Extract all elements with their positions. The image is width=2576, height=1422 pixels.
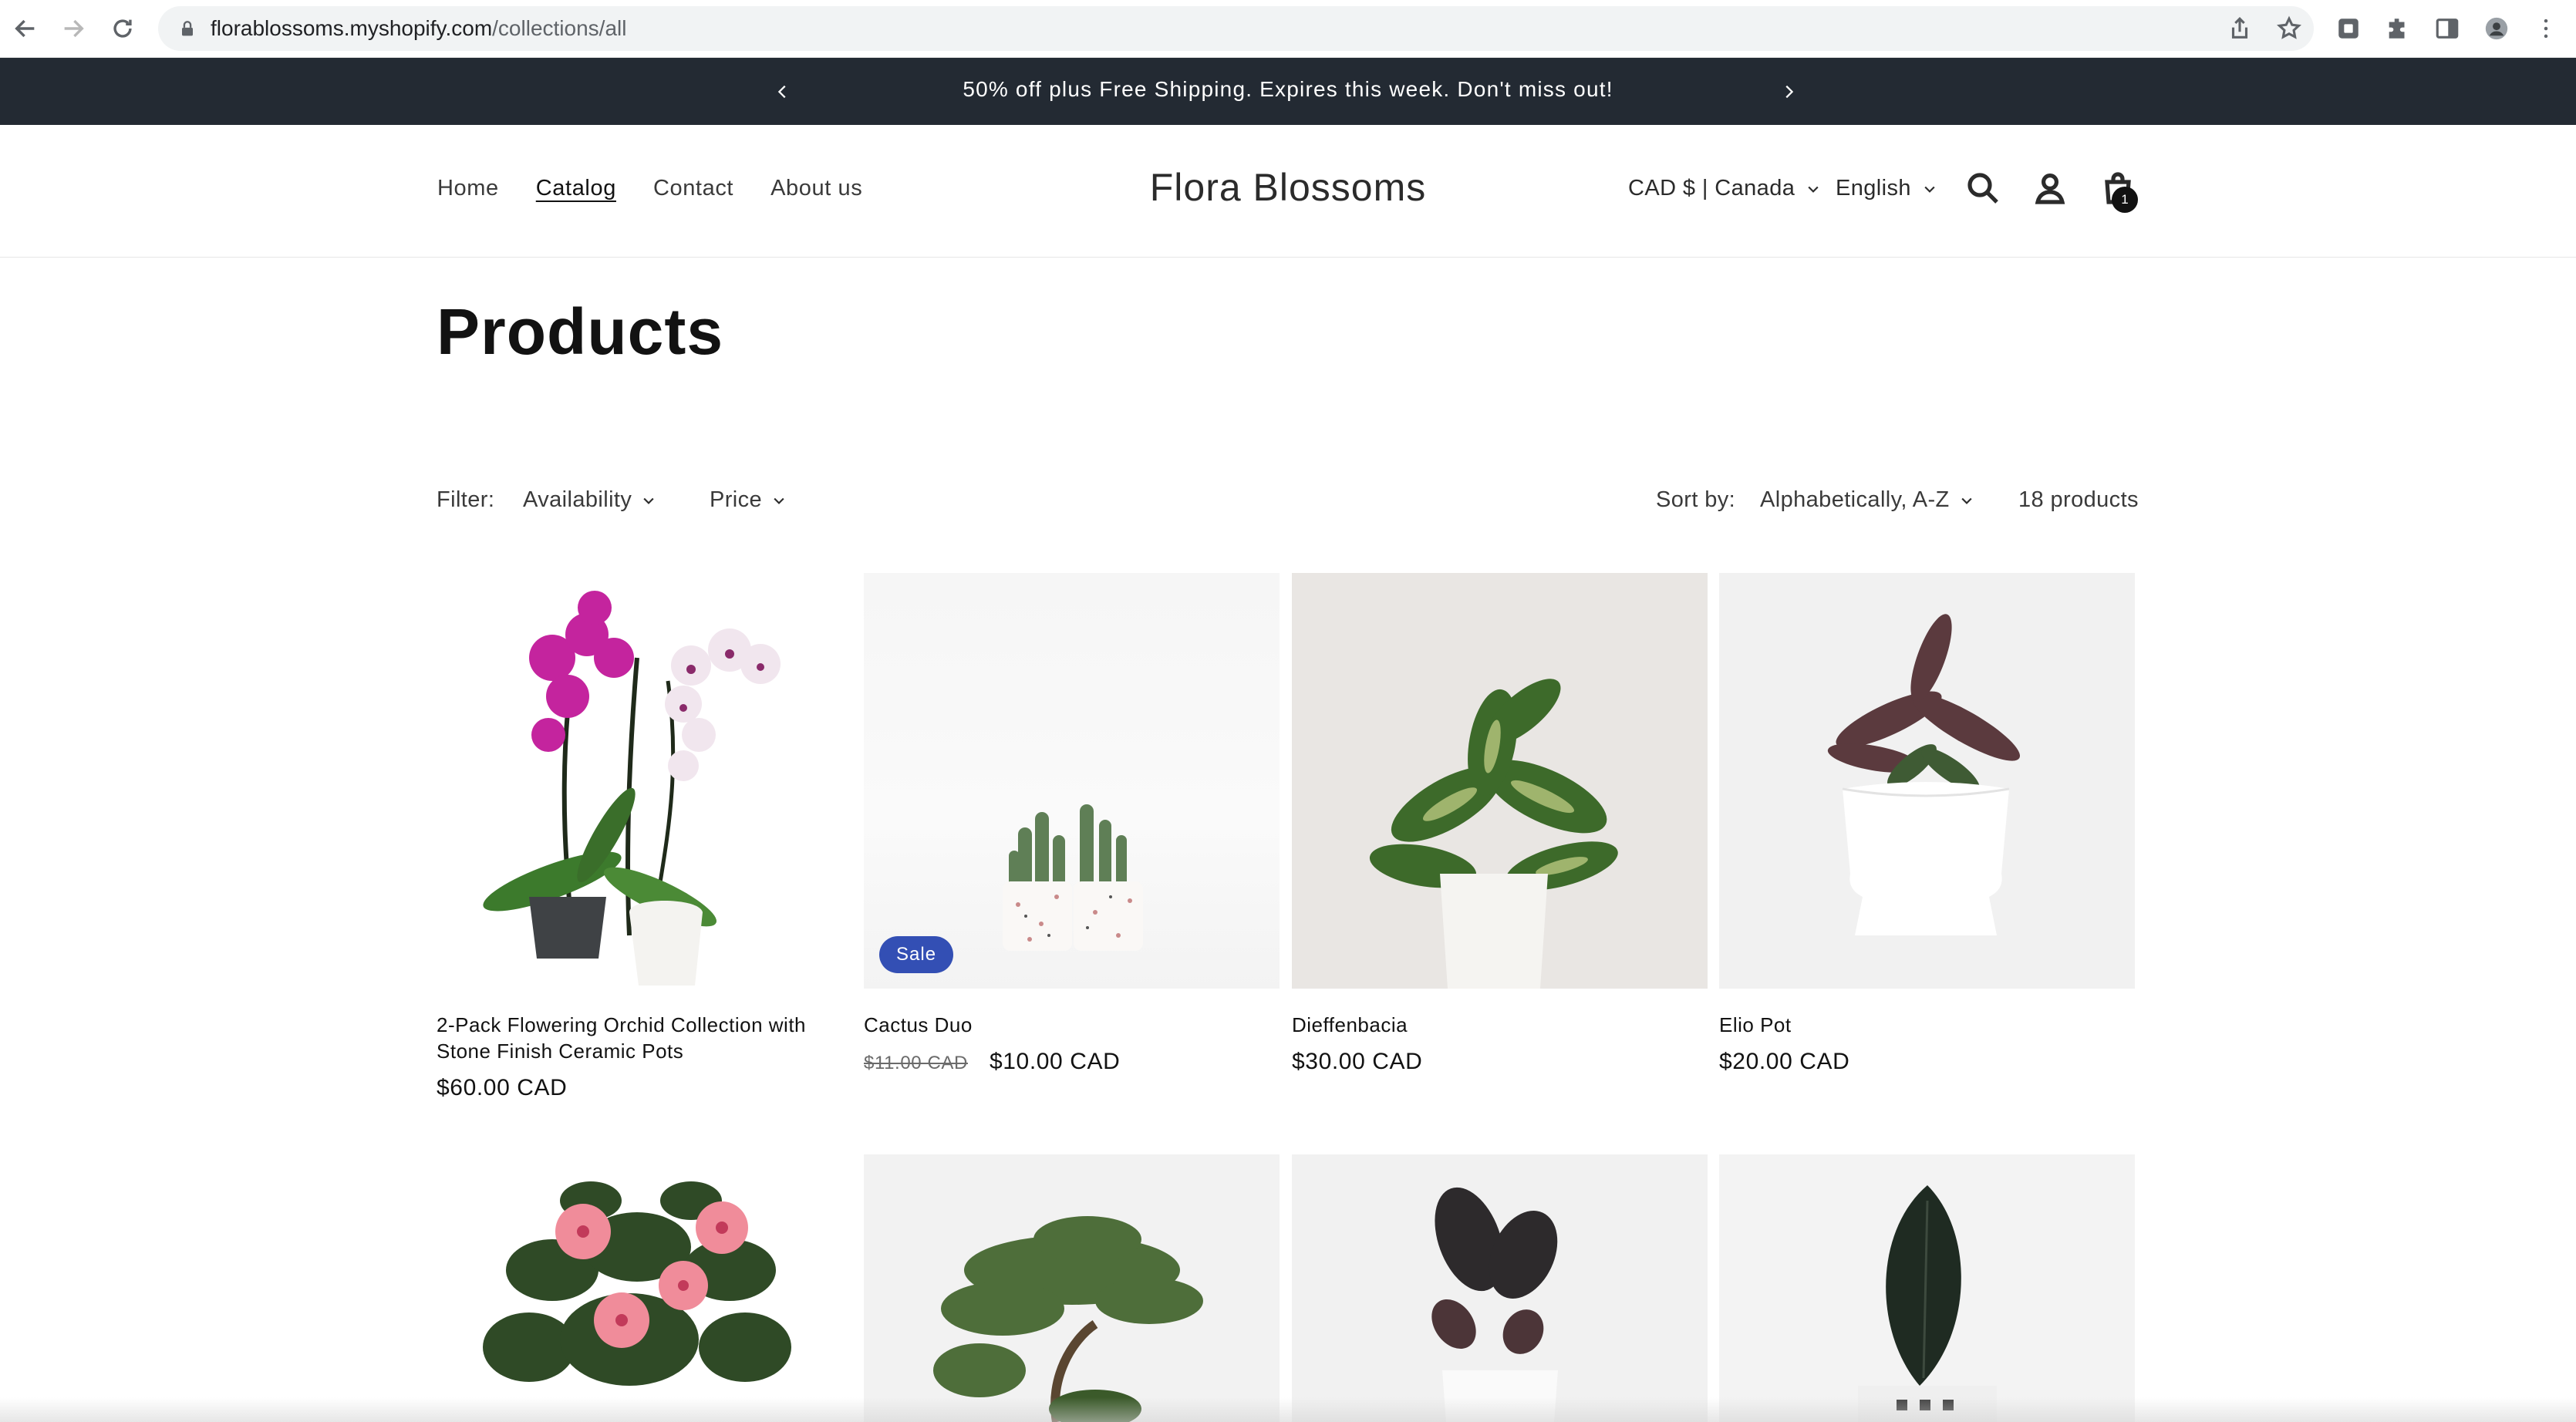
product-count-text: 18 products — [2018, 487, 2139, 512]
url-path: /collections/all — [492, 16, 627, 40]
hibiscus-illustration — [483, 1181, 791, 1386]
share-icon[interactable] — [2227, 15, 2253, 42]
product-card[interactable] — [1292, 1154, 1708, 1422]
product-image-elio-pot[interactable] — [1719, 573, 2135, 989]
sale-badge: Sale — [879, 936, 954, 973]
forward-button[interactable] — [54, 9, 93, 48]
filter-availability[interactable]: Availability — [523, 487, 656, 513]
product-price-original: $11.00 CAD — [864, 1053, 968, 1073]
url-text: florablossoms.myshopify.com/collections/… — [211, 16, 626, 41]
lock-icon — [182, 21, 193, 36]
product-price: $30.00 CAD — [1292, 1049, 1708, 1075]
currency-selector[interactable]: CAD $ | Canada — [1628, 176, 1821, 201]
filter-availability-label: Availability — [523, 487, 632, 512]
product-image-dieffenbacia[interactable] — [1292, 573, 1708, 989]
chevron-down-icon — [1961, 497, 1972, 504]
back-button[interactable] — [6, 9, 45, 48]
chevron-down-icon — [1808, 186, 1819, 193]
filter-price-label: Price — [710, 487, 763, 512]
product-title[interactable]: Dieffenbacia — [1292, 1012, 1708, 1038]
sort-select-value: Alphabetically, A-Z — [1760, 487, 1950, 512]
address-bar[interactable]: florablossoms.myshopify.com/collections/… — [158, 6, 2314, 51]
product-price: $20.00 CAD — [1719, 1049, 2135, 1075]
cart-count-badge: 1 — [2112, 187, 2138, 213]
filter-label: Filter: — [437, 487, 495, 512]
product-card[interactable]: 2-Pack Flowering Orchid Collection with … — [437, 573, 852, 1101]
chevron-right-icon — [1785, 85, 1794, 99]
bonsai-illustration — [933, 1216, 1203, 1422]
product-card[interactable]: Dieffenbacia $30.00 CAD — [1292, 573, 1708, 1075]
announcement-text: 50% off plus Free Shipping. Expires this… — [963, 77, 1613, 101]
product-image-cactus-duo[interactable]: Sale — [864, 573, 1280, 989]
elio-pot-illustration — [1827, 614, 2020, 935]
chevron-down-icon — [643, 497, 654, 504]
product-price-current: $30.00 CAD — [1292, 1049, 1423, 1074]
product-card[interactable] — [437, 1154, 852, 1422]
product-title[interactable]: Elio Pot — [1719, 1012, 2135, 1038]
product-image-plant-3[interactable] — [1292, 1154, 1708, 1422]
site-header: Home Catalog Contact About us Flora Blos… — [0, 125, 2576, 258]
announcement-bar: 50% off plus Free Shipping. Expires this… — [0, 58, 2576, 125]
browser-toolbar: florablossoms.myshopify.com/collections/… — [0, 0, 2576, 58]
extensions-puzzle-icon[interactable] — [2383, 14, 2412, 43]
search-icon[interactable] — [1964, 170, 2001, 207]
product-price: $60.00 CAD — [437, 1075, 852, 1101]
chevron-down-icon — [1924, 186, 1935, 193]
store-logo[interactable]: Flora Blossoms — [0, 165, 2576, 210]
dieffenbacia-illustration — [1369, 679, 1618, 989]
bookmark-star-icon[interactable] — [2276, 15, 2302, 42]
product-price-current: $60.00 CAD — [437, 1075, 568, 1100]
page-title: Products — [437, 295, 724, 368]
profile-avatar-icon[interactable] — [2482, 14, 2511, 43]
product-image-orchid[interactable] — [437, 573, 852, 989]
product-image-hibiscus[interactable] — [437, 1154, 852, 1422]
product-card[interactable] — [1719, 1154, 2135, 1422]
side-panel-icon[interactable] — [2433, 14, 2462, 43]
plant-illustration — [1858, 1185, 1997, 1422]
product-image-bonsai[interactable] — [864, 1154, 1280, 1422]
extension-app-icon[interactable] — [2334, 14, 2363, 43]
scroll-shadow — [0, 1397, 2576, 1422]
currency-selector-label: CAD $ | Canada — [1628, 176, 1795, 200]
chevron-down-icon — [774, 497, 784, 504]
cactus-illustration — [1003, 804, 1143, 951]
sort-label-text: Sort by: — [1656, 487, 1736, 512]
language-selector[interactable]: English — [1836, 176, 1937, 201]
product-price-current: $10.00 CAD — [989, 1049, 1121, 1074]
product-price-current: $20.00 CAD — [1719, 1049, 1850, 1074]
filter-group: Filter: — [437, 487, 494, 513]
product-card[interactable] — [864, 1154, 1280, 1422]
filter-price[interactable]: Price — [710, 487, 787, 513]
account-icon[interactable] — [2031, 170, 2069, 207]
product-image-plant-4[interactable] — [1719, 1154, 2135, 1422]
orchid-illustration — [483, 591, 781, 986]
language-selector-label: English — [1836, 176, 1911, 200]
product-card[interactable]: Elio Pot $20.00 CAD — [1719, 573, 2135, 1075]
product-title[interactable]: 2-Pack Flowering Orchid Collection with … — [437, 1012, 852, 1064]
product-title[interactable]: Cactus Duo — [864, 1012, 1280, 1038]
product-count: 18 products — [2018, 487, 2139, 513]
sort-select[interactable]: Alphabetically, A-Z — [1760, 487, 1974, 513]
plant-illustration — [1431, 1187, 1558, 1422]
reload-button[interactable] — [103, 9, 142, 48]
sort-label: Sort by: — [1656, 487, 1735, 513]
url-domain: florablossoms.myshopify.com — [211, 16, 493, 40]
product-price: $11.00 CAD $10.00 CAD — [864, 1049, 1280, 1075]
product-card[interactable]: Sale Cactus Duo $11.00 CAD $10.00 CAD — [864, 573, 1280, 1075]
announcement-next-button[interactable] — [1773, 76, 1804, 107]
store-logo-text: Flora Blossoms — [1149, 166, 1427, 209]
browser-menu-icon[interactable] — [2531, 14, 2561, 43]
